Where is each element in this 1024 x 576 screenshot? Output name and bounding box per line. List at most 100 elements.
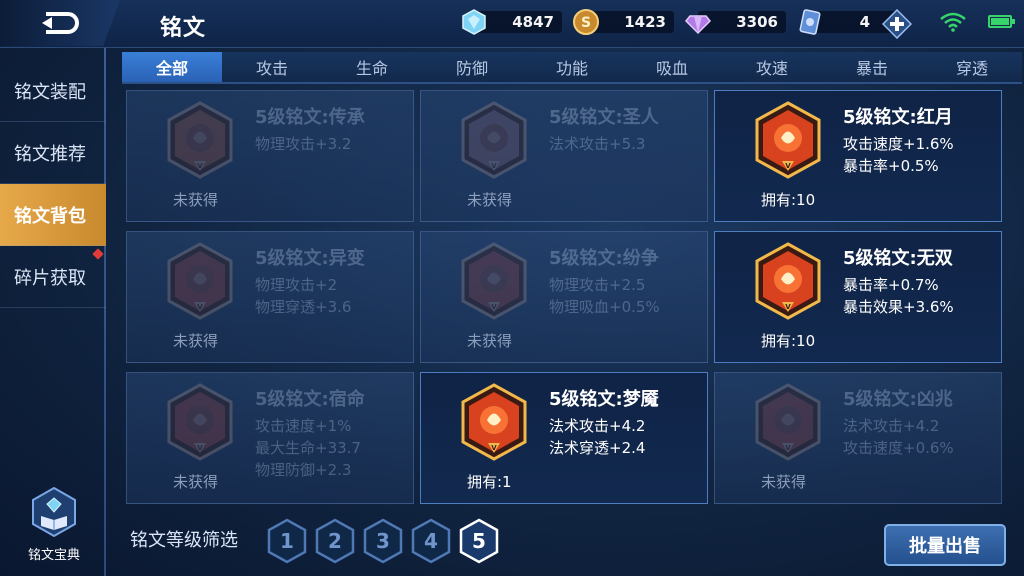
svg-text:V: V [197, 162, 203, 170]
inscription-emblem-icon: V [167, 383, 233, 461]
inscription-emblem-icon: V [755, 383, 821, 461]
inscription-stats: 物理攻击+3.2 [255, 133, 351, 155]
inscription-stats: 法术攻击+4.2 法术穿透+2.4 [549, 415, 645, 459]
level-filter: 1 2 3 4 5 [266, 518, 500, 564]
level-filter-1[interactable]: 1 [266, 518, 308, 564]
codex-book-icon [32, 486, 76, 538]
add-ticket-icon[interactable] [882, 9, 912, 39]
level-filter-3[interactable]: 3 [362, 518, 404, 564]
sidebar-item-equip[interactable]: 铭文装配 [0, 60, 106, 122]
level-number: 5 [472, 529, 486, 553]
purple-gem-icon [684, 15, 712, 35]
tab-all[interactable]: 全部 [122, 52, 222, 82]
codex-label: 铭文宝典 [27, 548, 80, 563]
svg-text:V: V [197, 444, 203, 452]
inscription-name: 5级铭文:无双 [843, 248, 953, 269]
ownership-status: 未获得 [467, 332, 513, 350]
inscription-card[interactable]: V 5级铭文:纷争 物理攻击+2.5 物理吸血+0.5% 未获得 [420, 231, 708, 363]
stat-line: 法术攻击+4.2 [843, 417, 940, 435]
inscription-name: 5级铭文:红月 [843, 107, 953, 128]
wifi-icon [940, 12, 966, 32]
stat-line: 物理攻击+3.2 [255, 135, 352, 153]
level-filter-5[interactable]: 5 [458, 518, 500, 564]
inscription-name: 5级铭文:异变 [255, 248, 365, 269]
back-button[interactable] [0, 0, 120, 46]
battery-icon [988, 15, 1015, 28]
level-filter-4[interactable]: 4 [410, 518, 452, 564]
sidebar: 铭文装配 铭文推荐 铭文背包 碎片获取 [0, 60, 106, 308]
page-title: 铭文 [160, 16, 207, 41]
inscription-stats: 物理攻击+2.5 物理吸血+0.5% [549, 274, 660, 318]
stat-line: 法术攻击+5.3 [549, 135, 646, 153]
sidebar-item-recommend[interactable]: 铭文推荐 [0, 122, 106, 184]
ownership-status: 未获得 [173, 191, 219, 209]
back-arrow-icon [42, 12, 79, 34]
stat-line: 暴击率+0.7% [843, 276, 939, 294]
stat-line: 物理攻击+2 [255, 276, 338, 294]
inscription-stats: 暴击率+0.7% 暴击效果+3.6% [843, 274, 954, 318]
stat-line: 物理吸血+0.5% [549, 298, 660, 316]
inscription-name: 5级铭文:凶兆 [843, 389, 953, 410]
inscription-card[interactable]: V 5级铭文:凶兆 法术攻击+4.2 攻击速度+0.6% 未获得 [714, 372, 1002, 504]
inscription-card[interactable]: V 5级铭文:异变 物理攻击+2 物理穿透+3.6 未获得 [126, 231, 414, 363]
inscription-card[interactable]: V 5级铭文:梦魇 法术攻击+4.2 法术穿透+2.4 拥有:1 [420, 372, 708, 504]
level-number: 2 [328, 529, 342, 553]
category-tabs: 全部 攻击 生命 防御 功能 吸血 攻速 暴击 穿透 [122, 52, 1022, 84]
tab-health[interactable]: 生命 [322, 52, 422, 82]
codex-button[interactable]: 铭文宝典 [14, 486, 94, 566]
ticket-card-icon [799, 9, 821, 35]
stat-line: 物理穿透+3.6 [255, 298, 352, 316]
stat-line: 法术攻击+4.2 [549, 417, 646, 435]
inscription-stats: 攻击速度+1% 最大生命+33.7 物理防御+2.3 [255, 415, 361, 481]
inscription-card[interactable]: V 5级铭文:传承 物理攻击+3.2 未获得 [126, 90, 414, 222]
svg-text:V: V [491, 162, 497, 170]
stat-line: 攻击速度+1% [255, 417, 352, 435]
inscription-card[interactable]: V 5级铭文:无双 暴击率+0.7% 暴击效果+3.6% 拥有:10 [714, 231, 1002, 363]
bulk-sell-button[interactable]: 批量出售 [884, 524, 1006, 566]
diamond-crystal-icon [462, 9, 486, 35]
tab-lifesteal[interactable]: 吸血 [622, 52, 722, 82]
level-filter-label: 铭文等级筛选 [130, 530, 238, 551]
tab-attack-speed[interactable]: 攻速 [722, 52, 822, 82]
stat-line: 物理攻击+2.5 [549, 276, 646, 294]
stat-line: 最大生命+33.7 [255, 439, 361, 457]
stat-line: 攻击速度+1.6% [843, 135, 954, 153]
gold-coin-icon: S [573, 9, 599, 35]
level-number: 3 [376, 529, 390, 553]
tab-penetration[interactable]: 穿透 [922, 52, 1022, 82]
ownership-status: 拥有:1 [467, 473, 512, 491]
currency-diamonds: 4847 [460, 8, 562, 36]
inscription-emblem-icon: V [167, 101, 233, 179]
top-bar: 铭文 4847 S 1423 3306 4 [0, 0, 1024, 48]
ownership-status: 未获得 [761, 473, 807, 491]
stat-line: 暴击率+0.5% [843, 157, 939, 175]
svg-text:S: S [581, 15, 591, 31]
svg-text:V: V [785, 303, 791, 311]
svg-text:V: V [197, 303, 203, 311]
inscription-card[interactable]: V 5级铭文:宿命 攻击速度+1% 最大生命+33.7 物理防御+2.3 未获得 [126, 372, 414, 504]
inscription-emblem-icon: V [461, 101, 527, 179]
tab-critical[interactable]: 暴击 [822, 52, 922, 82]
inscription-stats: 法术攻击+5.3 [549, 133, 645, 155]
inscription-card[interactable]: V 5级铭文:圣人 法术攻击+5.3 未获得 [420, 90, 708, 222]
ownership-status: 未获得 [467, 191, 513, 209]
inscription-stats: 物理攻击+2 物理穿透+3.6 [255, 274, 351, 318]
tab-utility[interactable]: 功能 [522, 52, 622, 82]
sidebar-item-fragments[interactable]: 碎片获取 [0, 246, 106, 308]
inscription-name: 5级铭文:梦魇 [549, 389, 659, 410]
level-filter-2[interactable]: 2 [314, 518, 356, 564]
stat-line: 攻击速度+0.6% [843, 439, 954, 457]
sidebar-item-backpack[interactable]: 铭文背包 [0, 184, 106, 246]
inscription-name: 5级铭文:纷争 [549, 248, 659, 269]
stat-line: 暴击效果+3.6% [843, 298, 954, 316]
inscription-card[interactable]: V 5级铭文:红月 攻击速度+1.6% 暴击率+0.5% 拥有:10 [714, 90, 1002, 222]
inscription-name: 5级铭文:圣人 [549, 107, 659, 128]
stat-line: 法术穿透+2.4 [549, 439, 646, 457]
inscription-emblem-icon: V [167, 242, 233, 320]
tab-attack[interactable]: 攻击 [222, 52, 322, 82]
tab-defense[interactable]: 防御 [422, 52, 522, 82]
svg-text:V: V [491, 444, 497, 452]
level-number: 4 [424, 529, 438, 553]
inscription-name: 5级铭文:宿命 [255, 389, 365, 410]
inscription-stats: 法术攻击+4.2 攻击速度+0.6% [843, 415, 954, 459]
